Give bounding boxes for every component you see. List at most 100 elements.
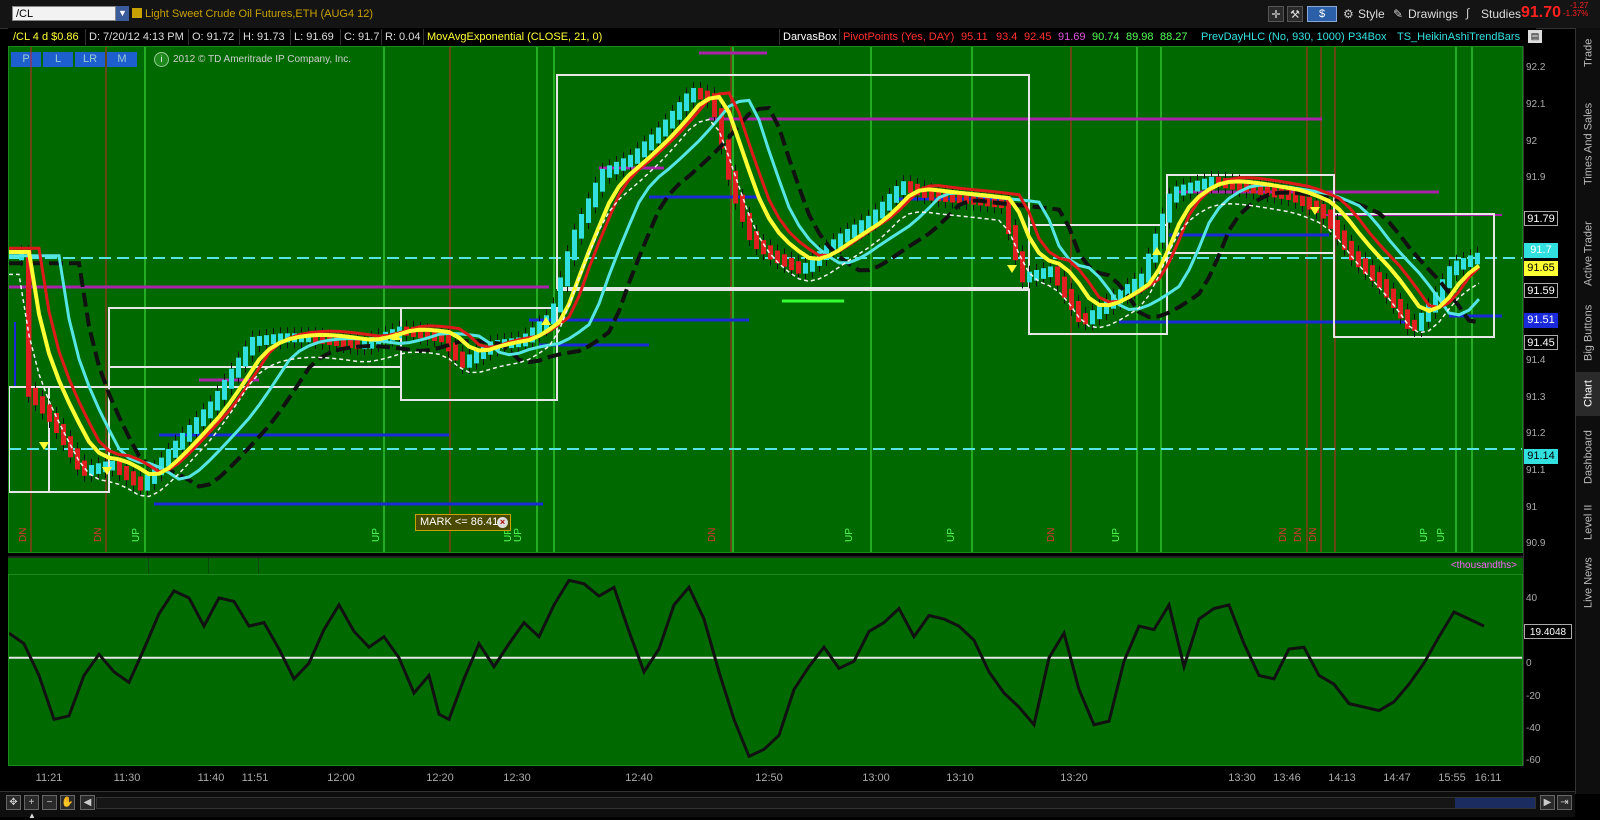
heikin-study-label[interactable]: TS_HeikinAshiTrendBars	[1397, 29, 1520, 45]
candle	[670, 110, 675, 129]
zoom-in-icon[interactable]: +	[24, 795, 39, 810]
tab-level-ii[interactable]: Level II	[1576, 498, 1600, 546]
tab-dashboard[interactable]: Dashboard	[1576, 422, 1600, 492]
candle	[698, 88, 703, 100]
price-box-917: 91.7	[1524, 243, 1558, 258]
price-tick: 92.2	[1526, 62, 1546, 73]
signal-label: UP	[844, 528, 855, 542]
candle	[194, 417, 199, 434]
tab-chart[interactable]: Chart	[1576, 372, 1600, 416]
candle	[880, 201, 885, 219]
price-plot-area: DN DN UP UP UP UP DN UP UP DN UP DN DN DN UP UP	[9, 47, 1522, 552]
expand-icon[interactable]: ⇥	[1557, 795, 1572, 810]
candle	[852, 224, 857, 238]
price-chart[interactable]: P L LR M i 2012 © TD Ameritrade IP Compa…	[8, 46, 1523, 553]
pivot-study-label[interactable]: PivotPoints (Yes, DAY)	[843, 29, 954, 45]
chart-type-icon[interactable]	[132, 8, 142, 18]
chart-menu-icon[interactable]: ▤	[1528, 30, 1542, 43]
drawings-button[interactable]: Drawings	[1408, 6, 1458, 22]
candle	[1076, 300, 1081, 323]
pivot-value-3: 92.45	[1024, 31, 1052, 43]
pencil-icon: ✎	[1393, 7, 1404, 21]
candle	[1188, 182, 1193, 194]
study-info-bar: /CL 4 d $0.86 D: 7/20/12 4:13 PM O: 91.7…	[8, 28, 1542, 46]
time-tick: 13:20	[1060, 772, 1088, 784]
candle	[180, 432, 185, 450]
candle	[901, 181, 906, 195]
scale-divider	[1523, 46, 1524, 766]
candle	[551, 303, 556, 325]
tab-big-buttons[interactable]: Big Buttons	[1576, 298, 1600, 368]
scroll-right-icon[interactable]: ▶	[1540, 795, 1555, 810]
candle	[117, 460, 122, 475]
oscillator-label-slot-2[interactable]	[148, 558, 209, 574]
time-axis[interactable]: 11:21 11:30 11:40 11:51 12:00 12:20 12:3…	[8, 766, 1523, 792]
scroll-left-icon[interactable]: ◀	[80, 795, 95, 810]
candle	[1475, 252, 1480, 265]
candle	[656, 127, 661, 144]
time-tick: 12:30	[503, 772, 531, 784]
ema-study-label[interactable]: MovAvgExponential (CLOSE, 21, 0)	[424, 29, 780, 45]
candle	[1321, 204, 1326, 219]
symbol-input[interactable]: /CL	[12, 6, 116, 21]
signal-label: DN	[707, 528, 718, 542]
wrench-icon[interactable]: ⚒	[1287, 6, 1303, 22]
candle	[40, 396, 45, 414]
crosshair-icon[interactable]: ✛	[1268, 6, 1284, 22]
p34box-study-label[interactable]: P34Box	[1348, 29, 1387, 45]
mark-label[interactable]: MARK <= 86.41 ×	[415, 514, 511, 531]
price-change: -1.27 -1.37%	[1563, 2, 1588, 18]
candle	[229, 368, 234, 389]
tab-trade[interactable]: Trade	[1576, 30, 1600, 76]
candle	[873, 209, 878, 225]
signal-label: DN	[93, 528, 104, 542]
right-side-panel: Trade Times And Sales Active Trader Big …	[1575, 28, 1600, 794]
dollar-button[interactable]: $	[1307, 6, 1337, 22]
prevday-study-label[interactable]: PrevDayHLC (No, 930, 1000)	[1201, 29, 1345, 45]
candle	[1356, 251, 1361, 268]
oscillator-label-slot-1[interactable]	[8, 558, 149, 574]
osc-tick: -20	[1526, 691, 1541, 702]
tab-times-and-sales[interactable]: Times And Sales	[1576, 80, 1600, 208]
oscillator-chart[interactable]	[8, 574, 1523, 766]
tab-active-trader[interactable]: Active Trader	[1576, 214, 1600, 294]
tab-live-news[interactable]: Live News	[1576, 550, 1600, 616]
candle	[145, 474, 150, 491]
bar-low: L: 91.69	[291, 29, 341, 45]
close-icon[interactable]: ×	[497, 517, 508, 528]
signal-arrow	[1007, 265, 1017, 273]
studies-button[interactable]: Studies	[1481, 6, 1521, 22]
candle	[789, 257, 794, 271]
candle	[1013, 225, 1018, 261]
signal-label: DN	[1278, 528, 1289, 542]
candle	[243, 346, 248, 367]
oscillator-label-slot-3[interactable]	[208, 558, 259, 574]
mark-text: MARK <= 86.41	[420, 516, 499, 528]
candle	[1412, 319, 1417, 331]
pan-icon[interactable]: ✥	[6, 795, 21, 810]
candle	[1146, 253, 1151, 283]
candle	[691, 88, 696, 103]
candle	[761, 240, 766, 255]
chart-scrollbar-row: ✥ + − ✋ ◀ ▶ ⇥ ▲	[0, 791, 1575, 820]
oscillator-units: <thousandths>	[1450, 560, 1517, 571]
candle	[250, 336, 255, 356]
bar-open: O: 91.72	[189, 29, 240, 45]
sma-black-line	[9, 105, 1480, 489]
aggregation-label[interactable]: /CL 4 d $0.86	[10, 29, 86, 45]
zoom-out-icon[interactable]: −	[42, 795, 57, 810]
price-tick: 92.1	[1526, 99, 1546, 110]
darvas-study-label[interactable]: DarvasBox	[780, 29, 840, 45]
candle	[887, 193, 892, 211]
style-button[interactable]: Style	[1358, 6, 1385, 22]
scroll-thumb[interactable]	[1455, 798, 1535, 808]
candle	[460, 351, 465, 368]
chevron-down-icon[interactable]: ▼	[116, 6, 129, 21]
signal-label: UP	[946, 528, 957, 542]
bar-high: H: 91.73	[240, 29, 291, 45]
candle	[565, 251, 570, 287]
candle	[138, 476, 143, 491]
scroll-track[interactable]	[96, 797, 1536, 809]
time-tick: 11:40	[197, 772, 225, 784]
hand-icon[interactable]: ✋	[60, 795, 75, 810]
